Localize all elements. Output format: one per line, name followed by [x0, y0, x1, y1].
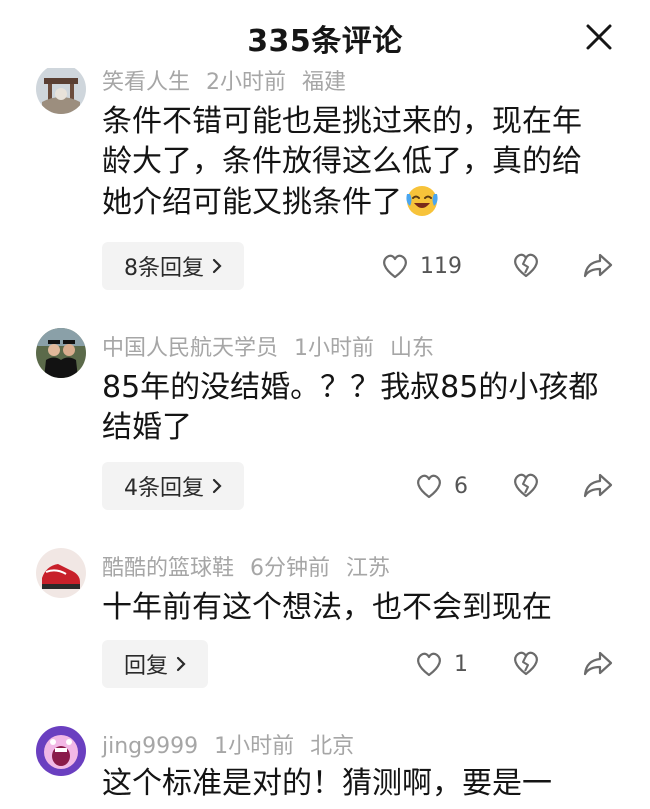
comment-location: 北京	[310, 734, 355, 759]
close-icon	[586, 24, 612, 50]
laughing-crying-emoji-icon	[406, 186, 438, 216]
comment-location: 福建	[302, 70, 347, 95]
heart-icon	[417, 652, 441, 677]
avatar-image	[36, 548, 86, 598]
comment-item: 中国人民航天学员 1小时前 山东 85年的没结婚。？？我叔85的小孩都结婚了 4条回…	[0, 326, 650, 526]
avatar[interactable]	[36, 726, 86, 776]
comment-actions: 1	[380, 640, 620, 688]
comment-location: 山东	[390, 336, 435, 361]
like-count: 1	[454, 651, 468, 677]
comment-text: 十年前有这个想法，也不会到现在	[102, 590, 552, 625]
heart-icon	[383, 254, 407, 279]
like-button[interactable]: 119	[380, 250, 462, 282]
view-replies-button[interactable]: 4条回复	[102, 462, 244, 510]
comment-meta: 酷酷的篮球鞋 6分钟前 江苏	[102, 550, 406, 582]
comment-meta: 笑看人生 2小时前 福建	[102, 68, 362, 96]
comment-time: 6分钟前	[250, 556, 331, 581]
share-arrow-icon	[583, 253, 613, 278]
comment-actions: 6	[380, 462, 620, 510]
comment-meta: jing9999 1小时前 北京	[102, 728, 370, 760]
broken-heart-icon	[514, 651, 538, 676]
avatar-image	[36, 726, 86, 776]
broken-heart-icon	[514, 473, 538, 498]
username[interactable]: jing9999	[102, 734, 198, 759]
broken-heart-icon	[514, 253, 538, 278]
comment-list[interactable]: 笑看人生 2小时前 福建 条件不错可能也是挑过来的，现在年龄大了，条件放得这么低了，…	[0, 68, 650, 809]
reply-button[interactable]: 回复	[102, 640, 209, 688]
comment-time: 1小时前	[214, 734, 295, 759]
username[interactable]: 中国人民航天学员	[102, 336, 278, 361]
view-replies-button[interactable]: 8条回复	[102, 242, 244, 290]
share-button[interactable]	[582, 648, 614, 680]
comment-text: 85年的没结婚。？？我叔85的小孩都结婚了	[102, 370, 599, 445]
share-arrow-icon	[583, 651, 613, 676]
avatar[interactable]	[36, 548, 86, 598]
close-button[interactable]	[578, 16, 620, 58]
dislike-button[interactable]	[510, 470, 542, 502]
comment-meta: 中国人民航天学员 1小时前 山东	[102, 330, 450, 362]
like-button[interactable]: 1	[414, 648, 468, 680]
comment-time: 1小时前	[294, 336, 375, 361]
avatar-image	[36, 68, 86, 114]
share-button[interactable]	[582, 250, 614, 282]
comments-count-title: 335条评论	[247, 24, 403, 59]
chevron-right-icon	[176, 656, 186, 672]
avatar[interactable]	[36, 68, 86, 114]
comment-time: 2小时前	[206, 70, 287, 95]
avatar[interactable]	[36, 328, 86, 378]
comments-header: 335条评论	[0, 0, 650, 68]
replies-label: 8条回复	[124, 256, 204, 281]
comment-text: 条件不错可能也是挑过来的，现在年龄大了，条件放得这么低了，真的给她介绍可能又挑条…	[102, 102, 602, 223]
comment-text: 这个标准是对的！猜测啊，要是一	[102, 766, 552, 801]
comment-item: 酷酷的篮球鞋 6分钟前 江苏 十年前有这个想法，也不会到现在 回复 1	[0, 546, 650, 696]
share-arrow-icon	[583, 473, 613, 498]
like-count: 119	[420, 253, 462, 279]
comment-location: 江苏	[346, 556, 391, 581]
username[interactable]: 酷酷的篮球鞋	[102, 556, 234, 581]
comment-item: jing9999 1小时前 北京 这个标准是对的！猜测啊，要是一	[0, 722, 650, 809]
chevron-right-icon	[212, 478, 222, 494]
like-count: 6	[454, 473, 468, 499]
chevron-right-icon	[212, 258, 222, 274]
comment-text-content: 条件不错可能也是挑过来的，现在年龄大了，条件放得这么低了，真的给她介绍可能又挑条…	[102, 104, 582, 220]
username[interactable]: 笑看人生	[102, 70, 190, 95]
share-button[interactable]	[582, 470, 614, 502]
comment-actions: 119	[380, 242, 620, 290]
reply-label: 回复	[124, 654, 169, 679]
comment-item: 笑看人生 2小时前 福建 条件不错可能也是挑过来的，现在年龄大了，条件放得这么低了，…	[0, 68, 650, 306]
avatar-image	[36, 328, 86, 378]
heart-icon	[417, 474, 441, 499]
dislike-button[interactable]	[510, 648, 542, 680]
dislike-button[interactable]	[510, 250, 542, 282]
like-button[interactable]: 6	[414, 470, 468, 502]
replies-label: 4条回复	[124, 476, 204, 501]
